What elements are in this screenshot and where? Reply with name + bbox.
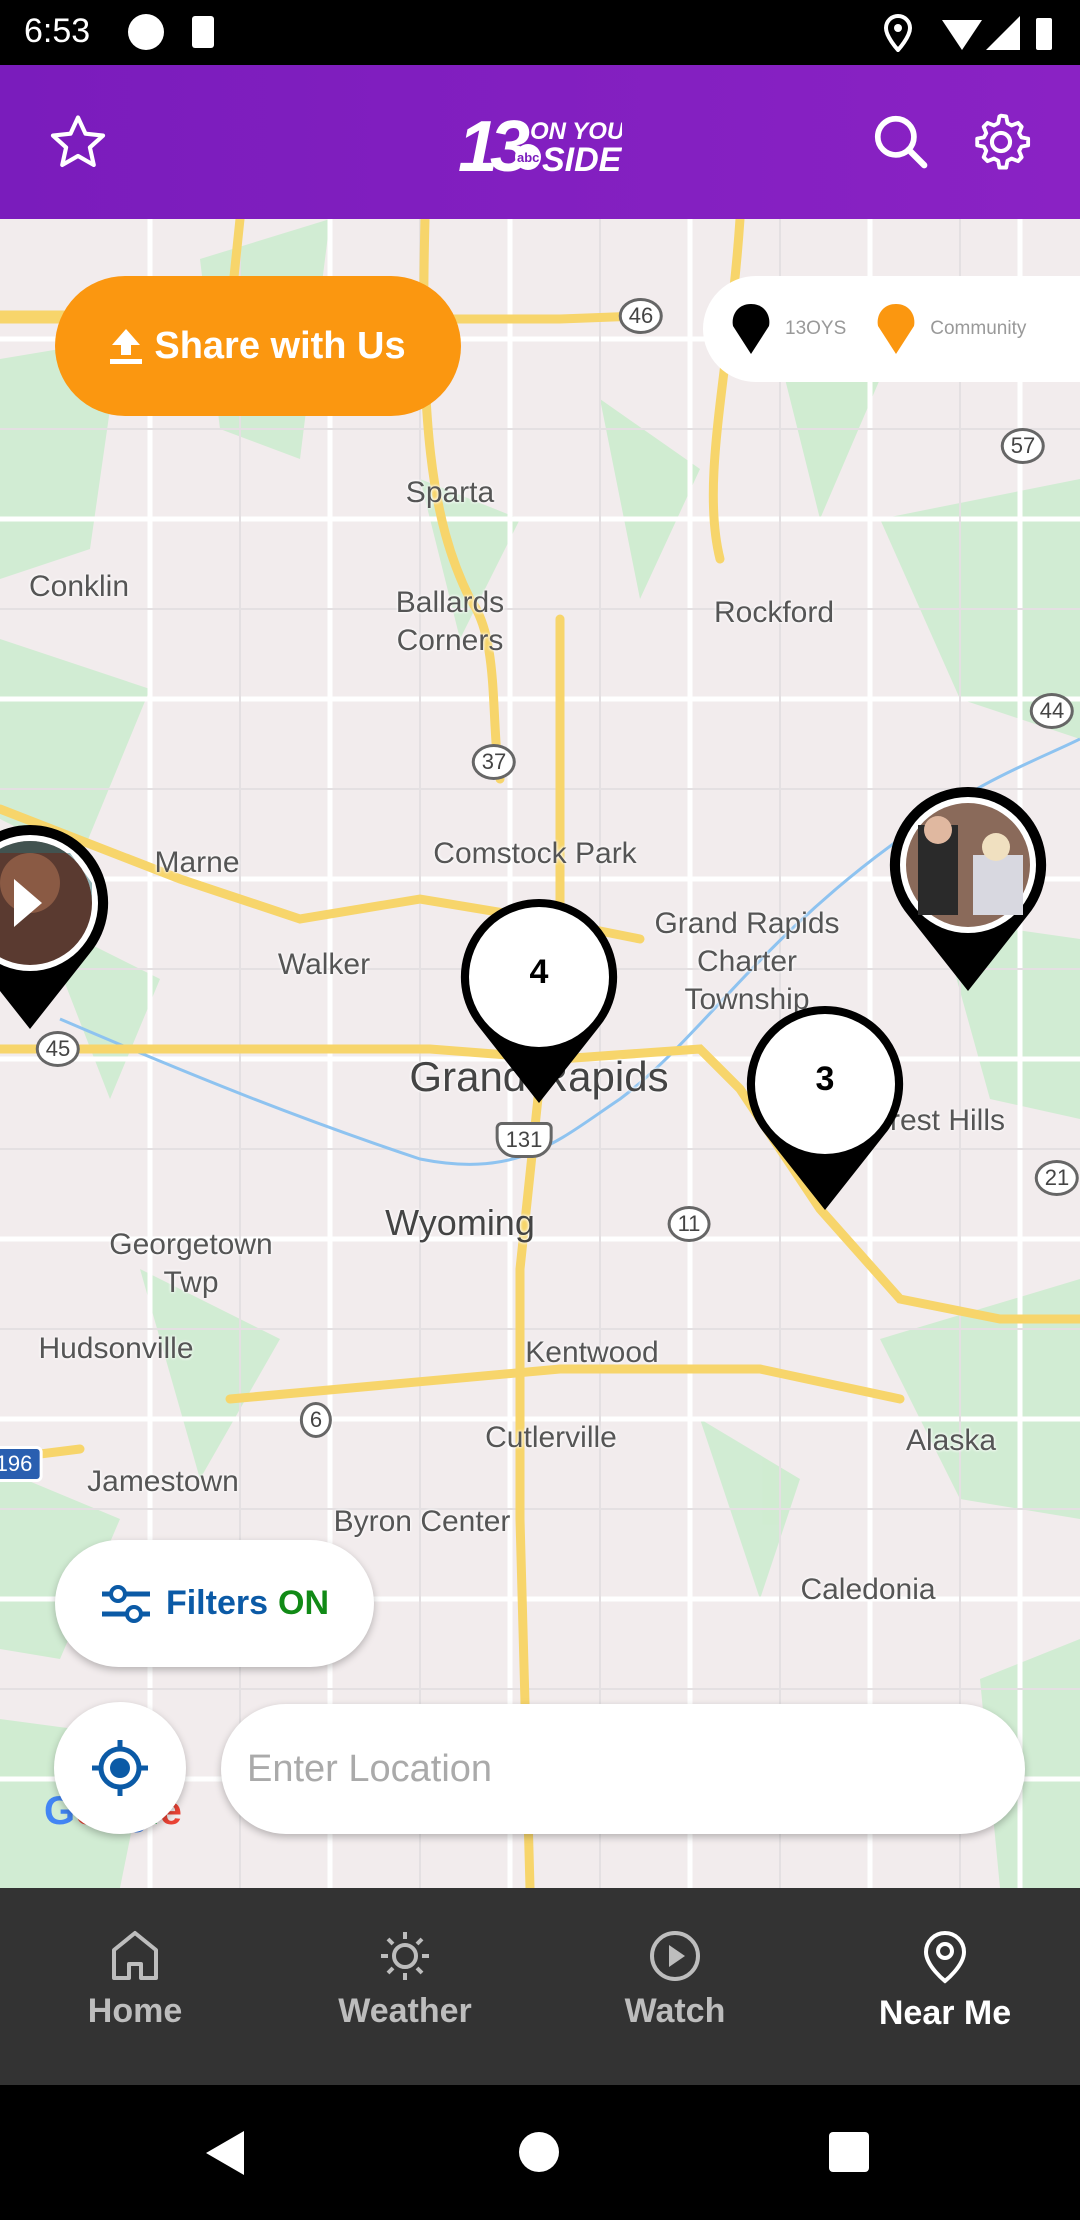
recents-icon[interactable] xyxy=(828,2131,870,2173)
map-label: Walker xyxy=(277,948,371,981)
nav-home[interactable]: Home xyxy=(0,1888,270,2085)
nav-near-me[interactable]: Near Me xyxy=(810,1888,1080,2085)
share-label: Share with Us xyxy=(154,324,406,367)
nav-label: Weather xyxy=(338,1992,472,2030)
map-label: Marne xyxy=(154,846,240,879)
cluster-count: 4 xyxy=(529,953,549,991)
cluster-count: 3 xyxy=(815,1060,835,1098)
photo-pin-marker xyxy=(0,824,109,1029)
filters-button[interactable]: Filters ON xyxy=(55,1540,374,1667)
map-label: Ballards Corners xyxy=(395,586,505,657)
cluster-pin[interactable]: 3 xyxy=(745,1004,905,1219)
map-label: Alaska xyxy=(905,1424,997,1457)
back-icon[interactable] xyxy=(204,2129,246,2177)
my-location-button[interactable] xyxy=(54,1702,186,1834)
upload-icon xyxy=(110,329,143,364)
filters-state: ON xyxy=(278,1584,330,1622)
cluster-marker xyxy=(746,1005,904,1210)
sun-icon xyxy=(381,1932,429,1980)
map-label: Jamestown xyxy=(87,1465,239,1498)
system-navigation-bar xyxy=(0,2085,1080,2220)
map-label: Kentwood xyxy=(525,1336,659,1369)
nav-label: Near Me xyxy=(878,1994,1012,2032)
notification-icons xyxy=(128,14,214,50)
pin-community-icon xyxy=(877,304,915,354)
video-story-pin[interactable] xyxy=(0,823,110,1038)
svg-text:13: 13 xyxy=(458,107,530,179)
map-label: Comstock Park xyxy=(433,837,637,870)
photo-story-pin[interactable] xyxy=(888,785,1048,1000)
legend-label-community: Community xyxy=(930,318,1027,339)
map-label: Wyoming xyxy=(385,1202,535,1243)
nav-label: Home xyxy=(87,1992,183,2030)
app-header: 13abcON YOURSIDE xyxy=(0,65,1080,219)
map-label: Caledonia xyxy=(800,1573,936,1606)
map-view[interactable]: Sparta Conklin Ballards Corners Rockford… xyxy=(0,219,1080,1888)
bottom-navigation: Home Weather Watch Near Me xyxy=(0,1888,1080,2085)
play-circle-icon xyxy=(650,1931,700,1981)
location-input[interactable] xyxy=(221,1704,1025,1834)
cluster-pin[interactable]: 4 xyxy=(459,897,619,1112)
map-legend: 13OYS Community xyxy=(703,276,1080,382)
home-icon xyxy=(112,1931,158,1980)
svg-text:SIDE: SIDE xyxy=(542,141,622,179)
home-circle-icon[interactable] xyxy=(518,2131,560,2173)
star-icon[interactable] xyxy=(47,111,109,173)
search-icon[interactable] xyxy=(870,111,932,173)
cluster-marker xyxy=(460,898,618,1103)
map-label: Sparta xyxy=(405,476,495,509)
map-label: Cutlerville xyxy=(485,1421,617,1454)
sliders-icon xyxy=(101,1584,150,1623)
map-label: Hudsonville xyxy=(38,1332,194,1365)
filters-label: Filters xyxy=(165,1584,269,1622)
map-label: Conklin xyxy=(28,570,130,603)
route-shield: 6 xyxy=(299,1402,333,1438)
map-label: Georgetown Twp xyxy=(109,1228,273,1299)
nav-label: Watch xyxy=(624,1992,726,2030)
nav-watch[interactable]: Watch xyxy=(540,1888,810,2085)
status-icons xyxy=(883,13,1052,52)
share-with-us-button[interactable]: Share with Us xyxy=(55,276,461,416)
legend-label-13oys: 13OYS xyxy=(785,318,847,339)
route-shield: 196 xyxy=(0,1446,43,1482)
nav-weather[interactable]: Weather xyxy=(270,1888,540,2085)
status-bar: 6:53 xyxy=(0,0,1080,65)
route-shield: 131 xyxy=(495,1122,553,1158)
pin-13oys-icon xyxy=(732,304,770,354)
svg-text:abc: abc xyxy=(517,150,539,165)
gear-icon[interactable] xyxy=(970,111,1032,173)
status-time: 6:53 xyxy=(24,12,91,50)
station-logo: 13abcON YOURSIDE xyxy=(458,105,642,187)
map-label: Grand Rapids Charter Township xyxy=(654,907,840,1016)
map-label: Rockford xyxy=(713,596,835,629)
location-pin-icon xyxy=(923,1930,967,1984)
crosshair-icon xyxy=(92,1740,148,1796)
map-label: Byron Center xyxy=(333,1505,511,1538)
photo-pin-marker xyxy=(889,786,1047,991)
route-shield: 11 xyxy=(667,1206,711,1242)
